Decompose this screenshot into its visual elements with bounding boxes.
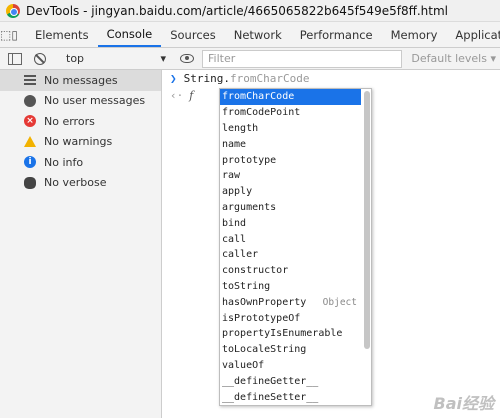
- tab-application[interactable]: Application: [446, 22, 500, 47]
- console-sidebar: No messages No user messages × No errors…: [0, 70, 162, 418]
- autocomplete-item[interactable]: __defineSetter__: [220, 389, 361, 405]
- autocomplete-item[interactable]: toString: [220, 279, 361, 295]
- console-input-line[interactable]: ❯ String. fromCharCode: [170, 72, 309, 85]
- devtools-tab-bar: ⬚ ▯ Elements Console Sources Network Per…: [0, 22, 500, 48]
- console-typed-text: String.: [183, 72, 230, 85]
- sidebar-item-messages[interactable]: No messages: [0, 70, 161, 91]
- inspect-element-icon[interactable]: ⬚: [0, 22, 11, 47]
- tab-sources[interactable]: Sources: [161, 22, 225, 47]
- sidebar-item-label: No verbose: [44, 176, 107, 190]
- context-value: top: [66, 52, 85, 65]
- sidebar-item-label: No warnings: [44, 135, 113, 149]
- user-icon: [24, 94, 36, 107]
- autocomplete-item[interactable]: length: [220, 121, 361, 137]
- autocomplete-item[interactable]: fromCodePoint: [220, 105, 361, 121]
- sidebar-item-label: No errors: [44, 114, 95, 128]
- context-selector[interactable]: top ▾: [60, 50, 172, 68]
- title-bar: DevTools - jingyan.baidu.com/article/466…: [0, 0, 500, 22]
- autocomplete-item[interactable]: call: [220, 231, 361, 247]
- autocomplete-item[interactable]: __defineGetter__: [220, 373, 361, 389]
- autocomplete-item[interactable]: isPrototypeOf: [220, 310, 361, 326]
- autocomplete-scrollbar[interactable]: [364, 91, 370, 349]
- autocomplete-item[interactable]: apply: [220, 184, 361, 200]
- autocomplete-item[interactable]: bind: [220, 215, 361, 231]
- tab-network[interactable]: Network: [225, 22, 291, 47]
- autocomplete-item[interactable]: propertyIsEnumerable: [220, 326, 361, 342]
- autocomplete-item[interactable]: constructor: [220, 263, 361, 279]
- chevron-down-icon: ▾: [160, 52, 166, 65]
- chrome-logo-icon: [6, 3, 20, 18]
- autocomplete-item[interactable]: toLocaleString: [220, 342, 361, 358]
- completion-hint: fromCharCode: [229, 72, 310, 85]
- bug-icon: [24, 176, 36, 189]
- sidebar-item-verbose[interactable]: No verbose: [0, 173, 161, 194]
- filter-input[interactable]: [202, 49, 402, 68]
- error-icon: ×: [24, 115, 36, 128]
- sidebar-item-info[interactable]: i No info: [0, 152, 161, 173]
- autocomplete-item[interactable]: hasOwnProperty Object: [220, 294, 361, 310]
- live-expression-eye-icon[interactable]: [180, 54, 194, 63]
- autocomplete-item[interactable]: name: [220, 136, 361, 152]
- window-title: DevTools - jingyan.baidu.com/article/466…: [26, 3, 448, 18]
- info-icon: i: [24, 156, 36, 169]
- sidebar-item-label: No messages: [44, 73, 118, 87]
- device-toolbar-icon[interactable]: ▯: [11, 22, 18, 47]
- show-sidebar-icon[interactable]: [8, 52, 22, 65]
- tab-performance[interactable]: Performance: [291, 22, 382, 47]
- autocomplete-item-type: Object: [322, 296, 357, 308]
- autocomplete-item[interactable]: caller: [220, 247, 361, 263]
- sidebar-item-user-messages[interactable]: No user messages: [0, 91, 161, 112]
- autocomplete-item[interactable]: arguments: [220, 200, 361, 216]
- sidebar-item-label: No info: [44, 155, 84, 169]
- eager-result-line: ‹· f: [170, 89, 193, 102]
- warning-icon: [24, 136, 36, 148]
- autocomplete-item[interactable]: valueOf: [220, 358, 361, 374]
- autocomplete-item[interactable]: fromCharCode: [220, 89, 361, 105]
- prompt-chevron-icon: ❯: [170, 72, 177, 85]
- tab-elements[interactable]: Elements: [26, 22, 98, 47]
- autocomplete-item[interactable]: raw: [220, 168, 361, 184]
- baidu-watermark: Bai经验: [433, 394, 494, 413]
- sidebar-item-label: No user messages: [44, 94, 146, 108]
- result-arrow-icon: ‹·: [170, 89, 184, 102]
- log-levels-dropdown[interactable]: Default levels ▾: [411, 52, 496, 65]
- clear-console-icon[interactable]: [34, 52, 46, 65]
- autocomplete-item[interactable]: prototype: [220, 152, 361, 168]
- tab-console[interactable]: Console: [97, 22, 162, 47]
- console-toolbar: top ▾ Default levels ▾: [0, 48, 500, 70]
- autocomplete-popup[interactable]: fromCharCode fromCodePoint length name p…: [219, 88, 372, 406]
- function-result: f: [189, 89, 194, 102]
- sidebar-item-warnings[interactable]: No warnings: [0, 132, 161, 153]
- tab-memory[interactable]: Memory: [382, 22, 447, 47]
- sidebar-item-errors[interactable]: × No errors: [0, 111, 161, 132]
- list-icon: [24, 74, 36, 86]
